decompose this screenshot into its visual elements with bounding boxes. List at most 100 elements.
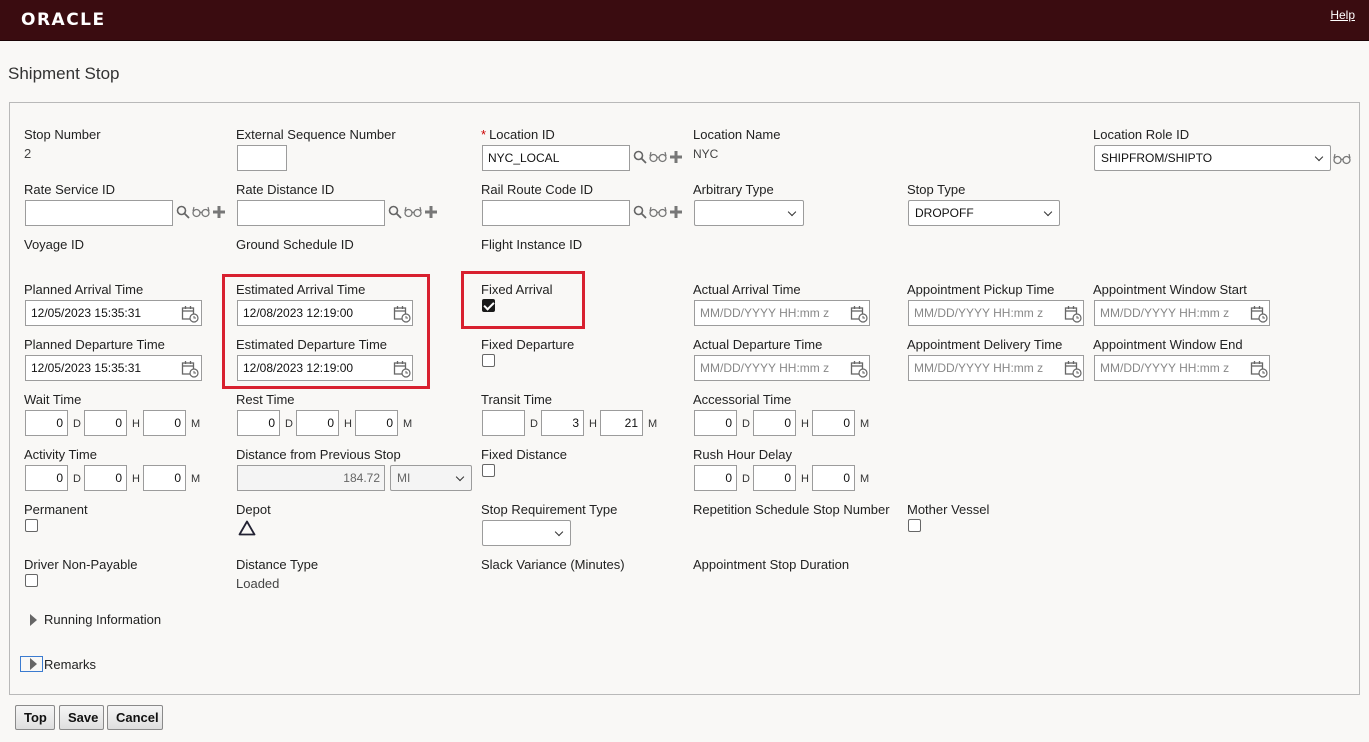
stop-type-select[interactable]: DROPOFF — [908, 200, 1060, 226]
calendar-icon[interactable] — [1064, 305, 1082, 323]
mother-vessel-label: Mother Vessel — [907, 502, 990, 517]
rest-time-minutes-input[interactable] — [355, 410, 398, 436]
mother-vessel-checkbox[interactable] — [908, 519, 921, 532]
expand-remarks-icon[interactable] — [30, 658, 37, 670]
add-icon[interactable] — [669, 205, 683, 222]
rest-time-days-input[interactable] — [237, 410, 280, 436]
view-glasses-icon[interactable] — [1333, 153, 1351, 168]
minutes-unit: M — [860, 473, 870, 485]
rail-route-code-id-input[interactable] — [482, 200, 630, 226]
calendar-icon[interactable] — [181, 305, 199, 323]
appointment-window-start-input[interactable] — [1094, 300, 1270, 326]
calendar-icon[interactable] — [1064, 360, 1082, 378]
add-icon[interactable] — [424, 205, 438, 222]
external-sequence-number-input[interactable] — [237, 145, 287, 171]
calendar-icon[interactable] — [850, 360, 868, 378]
rush-hour-delay-label: Rush Hour Delay — [693, 447, 792, 462]
expand-running-information-icon[interactable] — [30, 614, 37, 626]
wait-time-days-input[interactable] — [25, 410, 68, 436]
add-icon[interactable] — [669, 150, 683, 167]
calendar-icon[interactable] — [850, 305, 868, 323]
driver-non-payable-checkbox[interactable] — [25, 574, 38, 587]
permanent-checkbox[interactable] — [25, 519, 38, 532]
rate-service-id-label: Rate Service ID — [24, 182, 116, 197]
calendar-icon[interactable] — [181, 360, 199, 378]
wait-time-hours-input[interactable] — [84, 410, 127, 436]
transit-time-minutes-input[interactable] — [600, 410, 643, 436]
page-title: Shipment Stop — [8, 64, 120, 83]
fixed-arrival-checkbox[interactable] — [482, 299, 495, 312]
view-glasses-icon[interactable] — [404, 206, 422, 221]
rest-time-label: Rest Time — [236, 392, 295, 407]
rest-time-hours-input[interactable] — [296, 410, 339, 436]
rush-hour-delay-days-input[interactable] — [694, 465, 737, 491]
activity-time-minutes-input[interactable] — [143, 465, 186, 491]
days-unit: D — [742, 418, 750, 430]
top-button[interactable]: Top — [15, 705, 55, 730]
calendar-icon[interactable] — [393, 360, 411, 378]
actual-arrival-time-input[interactable] — [694, 300, 870, 326]
activity-time-days-input[interactable] — [25, 465, 68, 491]
planned-departure-time-input[interactable] — [25, 355, 202, 381]
estimated-departure-time-input[interactable] — [237, 355, 413, 381]
save-button[interactable]: Save — [59, 705, 104, 730]
distance-unit-select[interactable]: MI — [390, 465, 472, 491]
help-link[interactable]: Help — [1330, 8, 1355, 22]
accessorial-time-days-input[interactable] — [694, 410, 737, 436]
rush-hour-delay-minutes-input[interactable] — [812, 465, 855, 491]
location-role-actions — [1333, 152, 1351, 168]
depot-label: Depot — [236, 502, 271, 517]
required-marker: * — [481, 127, 487, 142]
search-icon[interactable] — [633, 205, 647, 222]
fixed-arrival-label: Fixed Arrival — [481, 282, 553, 297]
actual-departure-time-input[interactable] — [694, 355, 870, 381]
accessorial-time-minutes-input[interactable] — [812, 410, 855, 436]
location-name-value: NYC — [693, 147, 719, 161]
fixed-distance-checkbox[interactable] — [482, 464, 495, 477]
rate-service-id-input[interactable] — [25, 200, 173, 226]
distance-type-value: Loaded — [236, 576, 280, 591]
location-id-input[interactable] — [482, 145, 630, 171]
location-name-label: Location Name — [693, 127, 781, 142]
add-icon[interactable] — [212, 205, 226, 222]
activity-time-hours-input[interactable] — [84, 465, 127, 491]
search-icon[interactable] — [633, 150, 647, 167]
running-information-section[interactable]: Running Information — [44, 612, 161, 627]
fixed-distance-label: Fixed Distance — [481, 447, 567, 462]
remarks-section[interactable]: Remarks — [44, 657, 96, 672]
rate-distance-id-input[interactable] — [237, 200, 385, 226]
rush-hour-delay-hours-input[interactable] — [753, 465, 796, 491]
search-icon[interactable] — [176, 205, 190, 222]
appointment-stop-duration-label: Appointment Stop Duration — [693, 557, 850, 572]
appointment-window-end-input[interactable] — [1094, 355, 1270, 381]
calendar-icon[interactable] — [1250, 360, 1268, 378]
stop-requirement-type-select[interactable] — [482, 520, 571, 546]
wait-time-minutes-input[interactable] — [143, 410, 186, 436]
stop-form-panel — [9, 102, 1360, 695]
location-role-id-select[interactable]: SHIPFROM/SHIPTO — [1094, 145, 1331, 171]
accessorial-time-hours-input[interactable] — [753, 410, 796, 436]
cancel-button[interactable]: Cancel — [107, 705, 163, 730]
top-bar: ORACLE Help — [0, 0, 1369, 41]
view-glasses-icon[interactable] — [192, 206, 210, 221]
depot-warning-icon — [238, 520, 256, 539]
search-icon[interactable] — [388, 205, 402, 222]
appointment-pickup-time-input[interactable] — [908, 300, 1084, 326]
estimated-arrival-time-input[interactable] — [237, 300, 413, 326]
rail-route-code-id-label: Rail Route Code ID — [481, 182, 593, 197]
arbitrary-type-select[interactable] — [694, 200, 804, 226]
fixed-departure-label: Fixed Departure — [481, 337, 575, 352]
days-unit: D — [742, 473, 750, 485]
calendar-icon[interactable] — [1250, 305, 1268, 323]
calendar-icon[interactable] — [393, 305, 411, 323]
fixed-departure-checkbox[interactable] — [482, 354, 495, 367]
view-glasses-icon[interactable] — [649, 206, 667, 221]
planned-arrival-time-input[interactable] — [25, 300, 202, 326]
transit-time-days-input[interactable] — [482, 410, 525, 436]
days-unit: D — [285, 418, 293, 430]
appointment-window-start-label: Appointment Window Start — [1093, 282, 1247, 297]
view-glasses-icon[interactable] — [649, 151, 667, 166]
distance-from-previous-stop-input — [237, 465, 385, 491]
appointment-delivery-time-input[interactable] — [908, 355, 1084, 381]
transit-time-hours-input[interactable] — [541, 410, 584, 436]
